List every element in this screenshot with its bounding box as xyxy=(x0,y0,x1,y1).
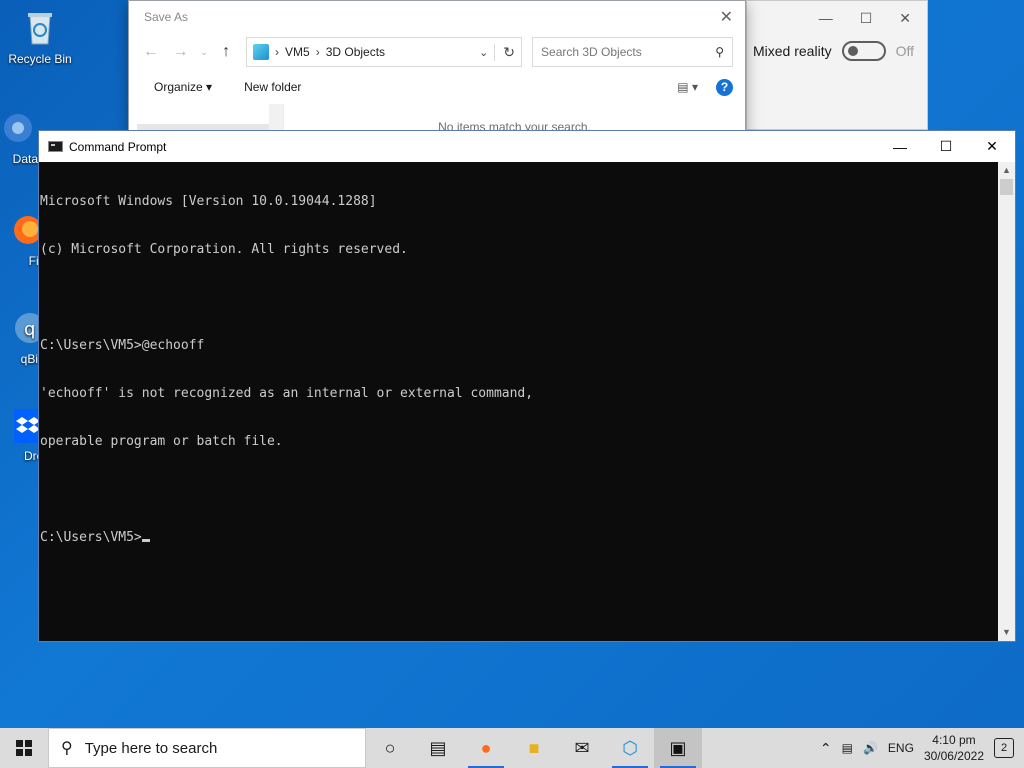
network-icon[interactable]: ▤ xyxy=(842,741,853,755)
desktop-icon-label: Recycle Bin xyxy=(8,52,72,66)
maximize-icon[interactable]: ☐ xyxy=(860,10,873,27)
app-icon xyxy=(4,114,32,142)
cmd-app-icon xyxy=(48,141,63,152)
command-prompt-window: Command Prompt — ☐ ✕ Microsoft Windows [… xyxy=(38,130,1016,642)
file-explorer-icon[interactable]: ■ xyxy=(510,728,558,768)
search-placeholder: Search 3D Objects xyxy=(541,45,642,59)
taskbar-search-placeholder: Type here to search xyxy=(84,739,218,757)
taskbar: ⚲ Type here to search ○ ▤ ● ■ ✉ ⬡ ▣ ⌃ ▤ … xyxy=(0,728,1024,768)
help-icon[interactable]: ? xyxy=(716,78,733,96)
settings-window-controls: — ☐ ✕ xyxy=(747,1,927,35)
windows-logo-icon xyxy=(16,740,32,756)
save-as-titlebar[interactable]: Save As ✕ xyxy=(129,1,745,33)
back-arrow-icon[interactable]: ← xyxy=(141,43,161,61)
save-as-title: Save As xyxy=(144,10,189,24)
console-line: (c) Microsoft Corporation. All rights re… xyxy=(40,242,408,257)
desktop-icon-recycle-bin[interactable]: Recycle Bin xyxy=(0,8,80,66)
clock-time: 4:10 pm xyxy=(932,733,976,747)
task-view-icon[interactable]: ▤ xyxy=(414,728,462,768)
search-icon: ⚲ xyxy=(61,740,73,757)
breadcrumb-separator-icon: › xyxy=(275,45,280,59)
save-as-toolbar: Organize ▾ New folder ▤ ▾ ? xyxy=(129,71,745,103)
chevron-up-icon[interactable]: ⌃ xyxy=(820,740,832,757)
3d-objects-folder-icon xyxy=(253,44,270,60)
address-bar[interactable]: › VM5 › 3D Objects ⌄ ↻ xyxy=(246,37,523,67)
clock[interactable]: 4:10 pm 30/06/2022 xyxy=(924,732,984,764)
mixed-reality-label: Mixed reality xyxy=(753,43,832,59)
maximize-icon[interactable]: ☐ xyxy=(923,131,969,162)
new-folder-button[interactable]: New folder xyxy=(244,80,301,94)
scroll-up-icon[interactable]: ▲ xyxy=(998,162,1015,179)
save-as-dialog: Save As ✕ ← → ⌄ ↑ › VM5 › 3D Objects ⌄ ↻… xyxy=(128,0,746,136)
cortana-icon[interactable]: ○ xyxy=(366,728,414,768)
console-output[interactable]: Microsoft Windows [Version 10.0.19044.12… xyxy=(39,162,998,641)
cmd-titlebar[interactable]: Command Prompt — ☐ ✕ xyxy=(39,131,1015,162)
minimize-icon[interactable]: — xyxy=(819,10,833,26)
chevron-down-icon[interactable]: ⌄ xyxy=(479,46,488,59)
search-icon: ⚲ xyxy=(715,45,725,59)
toggle-state-text: Off xyxy=(895,43,915,59)
close-icon[interactable]: ✕ xyxy=(720,7,733,27)
text-cursor xyxy=(141,539,150,542)
forward-arrow-icon[interactable]: → xyxy=(171,43,191,61)
minimize-icon[interactable]: — xyxy=(877,131,923,162)
taskbar-search-box[interactable]: ⚲ Type here to search xyxy=(48,728,366,768)
scroll-thumb[interactable] xyxy=(1000,179,1013,195)
save-as-nav-row: ← → ⌄ ↑ › VM5 › 3D Objects ⌄ ↻ Search 3D… xyxy=(129,33,745,71)
console-line: operable program or batch file. xyxy=(40,434,283,449)
settings-window: — ☐ ✕ Mixed reality Off xyxy=(746,0,928,130)
console-line: 'echooff' is not recognized as an intern… xyxy=(40,386,534,401)
console-prompt: C:\Users\VM5> xyxy=(40,530,142,545)
toolbar-right: ▤ ▾ ? xyxy=(677,78,733,96)
cmd-title: Command Prompt xyxy=(69,139,167,154)
breadcrumb-separator-icon: › xyxy=(315,45,320,59)
view-options-icon[interactable]: ▤ ▾ xyxy=(677,80,698,94)
volume-icon[interactable]: 🔊 xyxy=(863,741,878,755)
system-tray: ⌃ ▤ 🔊 ENG 4:10 pm 30/06/2022 2 xyxy=(820,732,1024,764)
scroll-down-icon[interactable]: ▼ xyxy=(998,624,1015,641)
close-icon[interactable]: ✕ xyxy=(899,10,911,27)
mixed-reality-row: Mixed reality Off xyxy=(747,41,927,61)
console-line: C:\Users\VM5>@echooff xyxy=(40,338,205,353)
up-arrow-icon[interactable]: ↑ xyxy=(216,43,236,61)
svg-text:q: q xyxy=(24,319,35,340)
console-prompt-line: C:\Users\VM5> xyxy=(40,530,998,546)
mixed-reality-toggle[interactable] xyxy=(841,41,886,61)
search-input[interactable]: Search 3D Objects ⚲ xyxy=(532,37,734,67)
command-prompt-taskbar-icon[interactable]: ▣ xyxy=(654,728,702,768)
close-icon[interactable]: ✕ xyxy=(969,131,1015,162)
start-button[interactable] xyxy=(0,728,48,768)
breadcrumb-3d-objects[interactable]: 3D Objects xyxy=(326,45,385,59)
organize-button[interactable]: Organize ▾ xyxy=(154,80,212,94)
3d-viewer-icon[interactable]: ⬡ xyxy=(606,728,654,768)
firefox-taskbar-icon[interactable]: ● xyxy=(462,728,510,768)
chevron-down-icon[interactable]: ⌄ xyxy=(200,47,208,58)
recycle-bin-icon xyxy=(28,13,52,45)
breadcrumb-vm5[interactable]: VM5 xyxy=(285,45,310,59)
refresh-icon[interactable]: ↻ xyxy=(494,43,515,61)
cmd-scrollbar[interactable]: ▲ ▼ xyxy=(998,162,1015,641)
notification-center-icon[interactable]: 2 xyxy=(994,738,1014,758)
clock-date: 30/06/2022 xyxy=(923,749,984,763)
mail-icon[interactable]: ✉ xyxy=(558,728,606,768)
console-line: Microsoft Windows [Version 10.0.19044.12… xyxy=(40,194,377,209)
language-indicator[interactable]: ENG xyxy=(888,741,914,755)
